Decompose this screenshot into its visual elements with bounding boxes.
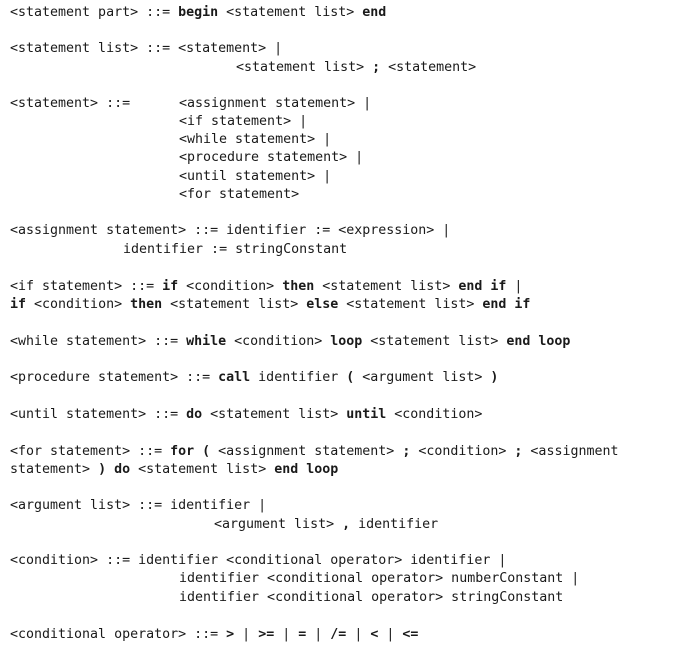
rule-statement-list: <statement list> ::= <statement> |	[10, 41, 283, 56]
keyword-do: do	[186, 407, 203, 422]
rule-statement-list-cont: <statement list> ; <statement>	[236, 59, 476, 77]
open-paren: (	[202, 444, 211, 459]
rule-until-statement: <until statement> ::= do <statement list…	[10, 406, 482, 424]
rule-text: <statement list>	[202, 407, 347, 422]
rule-condition-cont: identifier <conditional operator> number…	[179, 571, 580, 586]
keyword-if: if	[10, 297, 27, 312]
keyword-loop: loop	[330, 334, 363, 349]
keyword-call: call	[218, 370, 251, 385]
rule-argument-list: <argument list> ::= identifier |	[10, 498, 267, 513]
rule-text: <condition>	[386, 407, 483, 422]
rule-assignment-statement-cont: identifier := stringConstant	[123, 242, 348, 257]
rule-text: <statement list>	[362, 334, 507, 349]
rule-text: <assignment statement>	[210, 444, 403, 459]
close-paren: )	[490, 370, 499, 385]
operator-gte: >=	[258, 627, 275, 642]
alt-bar: |	[378, 627, 403, 642]
keyword-end-loop: end loop	[274, 462, 339, 477]
rule-text: <until statement> ::=	[10, 407, 187, 422]
rule-text: <while statement> ::=	[10, 334, 187, 349]
keyword-end-if: end if	[458, 279, 507, 294]
keyword-else: else	[306, 297, 339, 312]
statement-alt: <assignment statement> |	[179, 96, 372, 111]
alt-bar: |	[274, 627, 299, 642]
rule-text: identifier	[350, 517, 439, 532]
rule-text: <condition>	[178, 279, 283, 294]
rule-statement-head: <statement> ::=	[10, 96, 131, 111]
rule-text: statement>	[10, 462, 99, 477]
rule-condition-cont: identifier <conditional operator> string…	[179, 590, 564, 605]
keyword-until: until	[346, 407, 387, 422]
rule-text: |	[506, 279, 523, 294]
rule-text	[194, 444, 202, 459]
separator-comma: ,	[342, 517, 351, 532]
rule-argument-list-cont: <argument list> , identifier	[214, 516, 438, 534]
rule-text: <procedure statement> ::=	[10, 370, 219, 385]
keyword-then: then	[130, 297, 163, 312]
rule-text: <statement list>	[162, 297, 307, 312]
rule-if-statement-cont: if <condition> then <statement list> els…	[10, 296, 530, 314]
keyword-for: for	[170, 444, 195, 459]
statement-alt: <while statement> |	[179, 132, 332, 147]
rule-text: <statement list>	[338, 297, 483, 312]
keyword-then: then	[282, 279, 315, 294]
statement-alt: <procedure statement> |	[179, 150, 364, 165]
rule-conditional-operator: <conditional operator> ::= > | >= | = | …	[10, 626, 418, 644]
rule-procedure-statement: <procedure statement> ::= call identifie…	[10, 369, 498, 387]
rule-text: <conditional operator> ::=	[10, 627, 227, 642]
alt-bar: |	[306, 627, 331, 642]
keyword-begin: begin	[178, 5, 219, 20]
statement-alt: <if statement> |	[179, 114, 308, 129]
rule-text: <statement list>	[236, 60, 373, 75]
grammar-document: <statement part> ::= begin <statement li…	[0, 0, 678, 663]
rule-text: <condition>	[410, 444, 515, 459]
statement-alt: <for statement>	[179, 187, 300, 202]
rule-text: <argument list>	[354, 370, 491, 385]
rule-while-statement: <while statement> ::= while <condition> …	[10, 333, 570, 351]
alt-bar: |	[234, 627, 259, 642]
rule-statement-part: <statement part> ::= begin <statement li…	[10, 4, 386, 22]
keyword-end-loop: end loop	[506, 334, 571, 349]
rule-if-statement: <if statement> ::= if <condition> then <…	[10, 278, 522, 296]
keyword-do: do	[114, 462, 131, 477]
alt-bar: |	[346, 627, 371, 642]
rule-for-statement: <for statement> ::= for ( <assignment st…	[10, 443, 619, 461]
keyword-end: end	[362, 5, 387, 20]
rule-text: <statement>	[380, 60, 477, 75]
rule-text: <condition>	[26, 297, 131, 312]
rule-text: <argument list>	[214, 517, 343, 532]
keyword-while: while	[186, 334, 227, 349]
rule-text: <statement list>	[130, 462, 275, 477]
operator-lte: <=	[402, 627, 419, 642]
separator-semicolon: ;	[372, 60, 381, 75]
rule-text: <if statement> ::=	[10, 279, 163, 294]
rule-text: <condition>	[226, 334, 331, 349]
rule-assignment-statement: <assignment statement> ::= identifier :=…	[10, 223, 451, 238]
close-paren: )	[98, 462, 107, 477]
rule-text: <statement part> ::=	[10, 5, 179, 20]
keyword-end-if: end if	[482, 297, 531, 312]
rule-text: identifier	[250, 370, 347, 385]
rule-condition: <condition> ::= identifier <conditional …	[10, 553, 507, 568]
statement-alt: <until statement> |	[179, 169, 332, 184]
rule-for-statement-cont: statement> ) do <statement list> end loo…	[10, 461, 338, 479]
rule-text: <assignment	[522, 444, 619, 459]
rule-text: <for statement> ::=	[10, 444, 171, 459]
operator-gt: >	[226, 627, 235, 642]
operator-neq: /=	[330, 627, 347, 642]
rule-text: <statement list>	[314, 279, 459, 294]
rule-text: <statement list>	[218, 5, 363, 20]
keyword-if: if	[162, 279, 179, 294]
rule-text	[106, 462, 114, 477]
